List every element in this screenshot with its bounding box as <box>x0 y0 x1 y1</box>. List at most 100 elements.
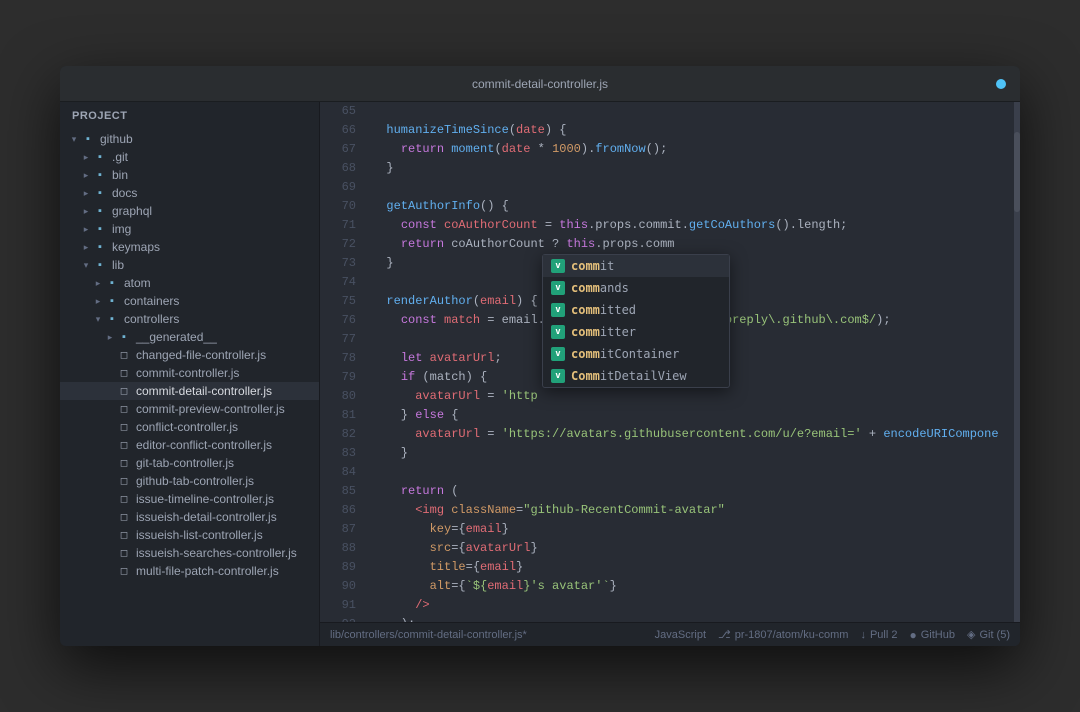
code-line-87: key={email} <box>372 520 1020 539</box>
folder-icon: ▪ <box>92 187 108 199</box>
tree-item-controllers[interactable]: ▾▪controllers <box>60 310 319 328</box>
tree-item-git[interactable]: ▸▪.git <box>60 148 319 166</box>
folder-icon: ▪ <box>92 169 108 181</box>
tree-item-issueish-searches-controller[interactable]: ◻issueish-searches-controller.js <box>60 544 319 562</box>
tree-item-commit-detail-controller[interactable]: ◻commit-detail-controller.js <box>60 382 319 400</box>
scroll-thumb <box>1014 132 1020 212</box>
folder-icon: ▪ <box>116 331 132 343</box>
code-line-89: title={email} <box>372 558 1020 577</box>
autocomplete-item-4[interactable]: v commitContainer <box>543 343 729 365</box>
tree-item-label: atom <box>124 276 151 290</box>
modified-indicator <box>996 79 1006 89</box>
tree-item-label: changed-file-controller.js <box>136 348 266 362</box>
code-line-81: } else { <box>372 406 1020 425</box>
status-bar: lib/controllers/commit-detail-controller… <box>320 622 1020 646</box>
line-number-76: 76 <box>320 311 356 330</box>
ac-text: committer <box>571 323 636 342</box>
branch-indicator[interactable]: ⎇ pr-1807/atom/ku-comm <box>718 628 848 641</box>
code-line-85: return ( <box>372 482 1020 501</box>
folder-icon: ▪ <box>92 205 108 217</box>
autocomplete-item-2[interactable]: v committed <box>543 299 729 321</box>
tree-item-editor-conflict-controller[interactable]: ◻editor-conflict-controller.js <box>60 436 319 454</box>
github-icon: ● <box>909 628 916 642</box>
tree-item-__generated__[interactable]: ▸▪ __generated__ <box>60 328 319 346</box>
file-icon: ◻ <box>116 494 132 505</box>
line-number-84: 84 <box>320 463 356 482</box>
line-number-81: 81 <box>320 406 356 425</box>
line-number-77: 77 <box>320 330 356 349</box>
folder-arrow: ▸ <box>92 278 104 289</box>
pull-indicator[interactable]: ↓ Pull 2 <box>860 629 897 641</box>
tree-item-containers[interactable]: ▸▪containers <box>60 292 319 310</box>
ac-text: commands <box>571 279 629 298</box>
tree-item-github[interactable]: ▾▪github <box>60 130 319 148</box>
status-path: lib/controllers/commit-detail-controller… <box>330 629 655 641</box>
tree-item-conflict-controller[interactable]: ◻conflict-controller.js <box>60 418 319 436</box>
line-number-75: 75 <box>320 292 356 311</box>
tree-item-multi-file-patch-controller[interactable]: ◻multi-file-patch-controller.js <box>60 562 319 580</box>
file-icon: ◻ <box>116 458 132 469</box>
line-number-89: 89 <box>320 558 356 577</box>
tree-item-github-tab-controller[interactable]: ◻github-tab-controller.js <box>60 472 319 490</box>
tree-item-label: editor-conflict-controller.js <box>136 438 272 452</box>
folder-arrow: ▸ <box>80 188 92 199</box>
code-line-91: /> <box>372 596 1020 615</box>
line-number-79: 79 <box>320 368 356 387</box>
tree-item-commit-controller[interactable]: ◻commit-controller.js <box>60 364 319 382</box>
folder-arrow: ▸ <box>80 170 92 181</box>
file-icon: ◻ <box>116 368 132 379</box>
code-line-90: alt={`${email}'s avatar'`} <box>372 577 1020 596</box>
tree-item-lib[interactable]: ▾▪lib <box>60 256 319 274</box>
folder-icon: ▪ <box>104 313 120 325</box>
tree-item-label: bin <box>112 168 128 182</box>
tree-item-img[interactable]: ▸▪img <box>60 220 319 238</box>
git-status-indicator[interactable]: ◈ Git (5) <box>967 628 1010 641</box>
ac-badge: v <box>551 259 565 273</box>
code-content: 6566676869707172737475767778798081828384… <box>320 102 1020 622</box>
code-line-88: src={avatarUrl} <box>372 539 1020 558</box>
tree-item-issue-timeline-controller[interactable]: ◻issue-timeline-controller.js <box>60 490 319 508</box>
tree-item-label: issueish-searches-controller.js <box>136 546 297 560</box>
file-icon: ◻ <box>116 404 132 415</box>
line-number-66: 66 <box>320 121 356 140</box>
title-bar: commit-detail-controller.js <box>60 66 1020 102</box>
folder-icon: ▪ <box>104 277 120 289</box>
tree-item-changed-file-controller[interactable]: ◻changed-file-controller.js <box>60 346 319 364</box>
code-line-84 <box>372 463 1020 482</box>
tree-item-keymaps[interactable]: ▸▪keymaps <box>60 238 319 256</box>
tree-item-label: img <box>112 222 131 236</box>
tree-item-label: __generated__ <box>136 330 217 344</box>
git-status-label: Git (5) <box>979 629 1010 641</box>
tree-item-label: keymaps <box>112 240 160 254</box>
pull-label: Pull 2 <box>870 629 898 641</box>
tree-item-label: docs <box>112 186 137 200</box>
code-line-72: return coAuthorCount ? this.props.comm <box>372 235 1020 254</box>
autocomplete-item-3[interactable]: v committer <box>543 321 729 343</box>
github-indicator[interactable]: ● GitHub <box>909 628 955 642</box>
ac-badge: v <box>551 347 565 361</box>
tree-item-label: .git <box>112 150 128 164</box>
ac-badge: v <box>551 325 565 339</box>
tree-item-commit-preview-controller[interactable]: ◻commit-preview-controller.js <box>60 400 319 418</box>
tree-item-docs[interactable]: ▸▪ docs <box>60 184 319 202</box>
autocomplete-item-5[interactable]: v CommitDetailView <box>543 365 729 387</box>
autocomplete-item-0[interactable]: v commit <box>543 255 729 277</box>
tree-item-issueish-list-controller[interactable]: ◻issueish-list-controller.js <box>60 526 319 544</box>
code-line-68: } <box>372 159 1020 178</box>
code-line-71: const coAuthorCount = this.props.commit.… <box>372 216 1020 235</box>
autocomplete-item-1[interactable]: v commands <box>543 277 729 299</box>
scroll-indicator[interactable] <box>1014 102 1020 622</box>
line-number-85: 85 <box>320 482 356 501</box>
line-number-74: 74 <box>320 273 356 292</box>
ac-text: commit <box>571 257 614 276</box>
tree-item-atom[interactable]: ▸▪ atom <box>60 274 319 292</box>
file-tree: ▾▪github▸▪.git▸▪bin▸▪docs▸▪graphql▸▪img▸… <box>60 130 319 580</box>
tree-item-label: commit-detail-controller.js <box>136 384 272 398</box>
tree-item-bin[interactable]: ▸▪ bin <box>60 166 319 184</box>
tree-item-issueish-detail-controller[interactable]: ◻issueish-detail-controller.js <box>60 508 319 526</box>
tree-item-git-tab-controller[interactable]: ◻git-tab-controller.js <box>60 454 319 472</box>
code-lines[interactable]: humanizeTimeSince(date) { return moment(… <box>364 102 1020 622</box>
file-icon: ◻ <box>116 476 132 487</box>
folder-arrow: ▸ <box>104 332 116 343</box>
tree-item-graphql[interactable]: ▸▪graphql <box>60 202 319 220</box>
